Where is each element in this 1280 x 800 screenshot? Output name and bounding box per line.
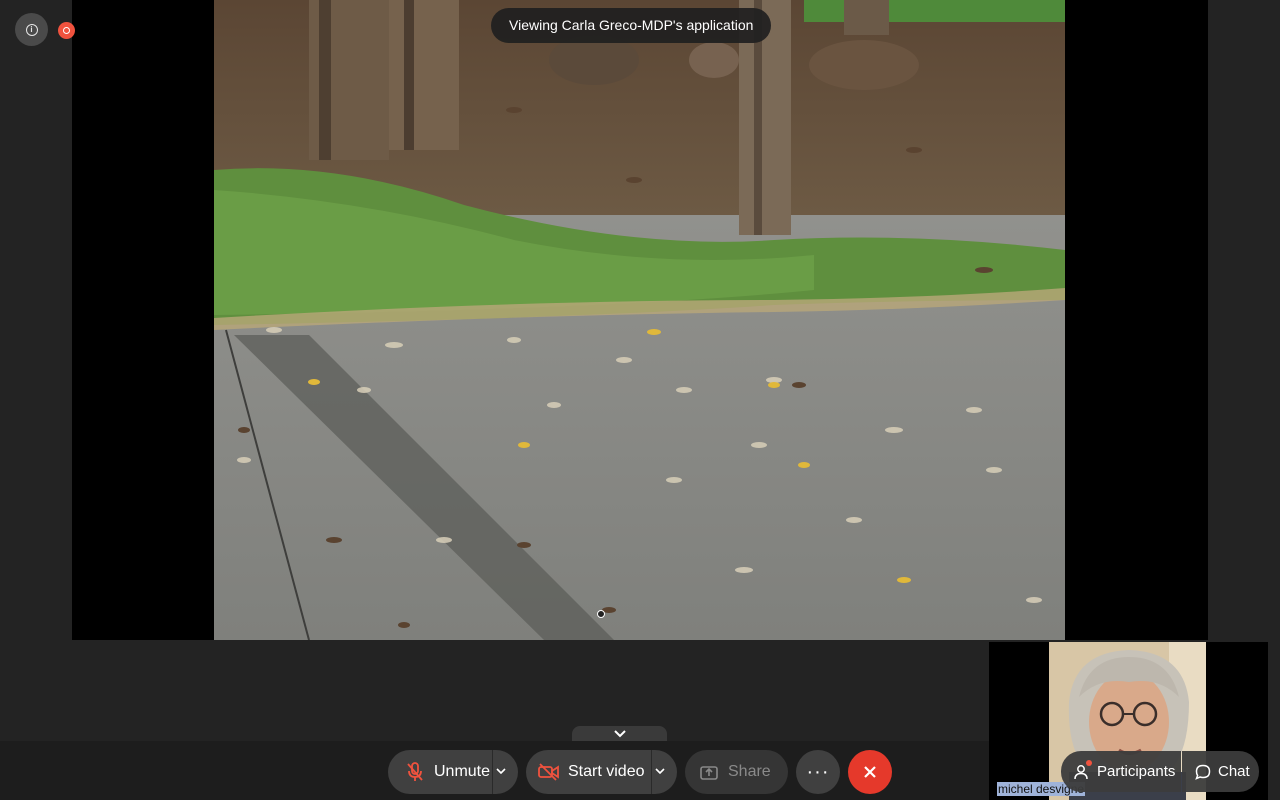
unmute-label: Unmute	[434, 763, 491, 780]
hide-toolbar-handle[interactable]	[572, 726, 667, 742]
info-icon: i	[25, 23, 38, 36]
start-video-button[interactable]: Start video	[526, 750, 677, 794]
participants-icon	[1073, 759, 1092, 781]
microphone-muted-icon	[404, 761, 426, 783]
video-off-icon	[538, 761, 560, 783]
remote-cursor	[597, 610, 605, 618]
start-video-label: Start video	[568, 763, 645, 780]
recording-icon	[58, 22, 75, 39]
chevron-down-icon	[613, 730, 626, 738]
leave-meeting-button[interactable]	[848, 750, 892, 794]
participants-button[interactable]: Participants	[1061, 751, 1181, 792]
chat-button[interactable]: Chat	[1182, 751, 1259, 792]
shared-screen-area	[72, 0, 1208, 640]
participants-label: Participants	[1097, 763, 1176, 780]
shared-content-image	[214, 0, 1065, 640]
unmute-button[interactable]: Unmute	[388, 750, 518, 794]
more-icon: ···	[806, 760, 830, 783]
share-icon	[698, 761, 720, 783]
chat-label: Chat	[1218, 763, 1250, 780]
share-label: Share	[728, 763, 771, 780]
meeting-window: Viewing Carla Greco-MDP's application i …	[0, 0, 1280, 800]
audio-options-chevron-icon[interactable]	[492, 762, 510, 780]
viewing-banner: Viewing Carla Greco-MDP's application	[491, 8, 772, 43]
shared-photo	[214, 0, 1065, 640]
meeting-info-button[interactable]: i	[15, 13, 48, 46]
video-options-chevron-icon[interactable]	[651, 762, 669, 780]
notification-dot	[1086, 759, 1092, 766]
share-button[interactable]: Share	[685, 750, 788, 794]
close-icon	[864, 766, 876, 778]
chat-icon	[1194, 763, 1212, 781]
more-options-button[interactable]: ···	[796, 750, 840, 794]
